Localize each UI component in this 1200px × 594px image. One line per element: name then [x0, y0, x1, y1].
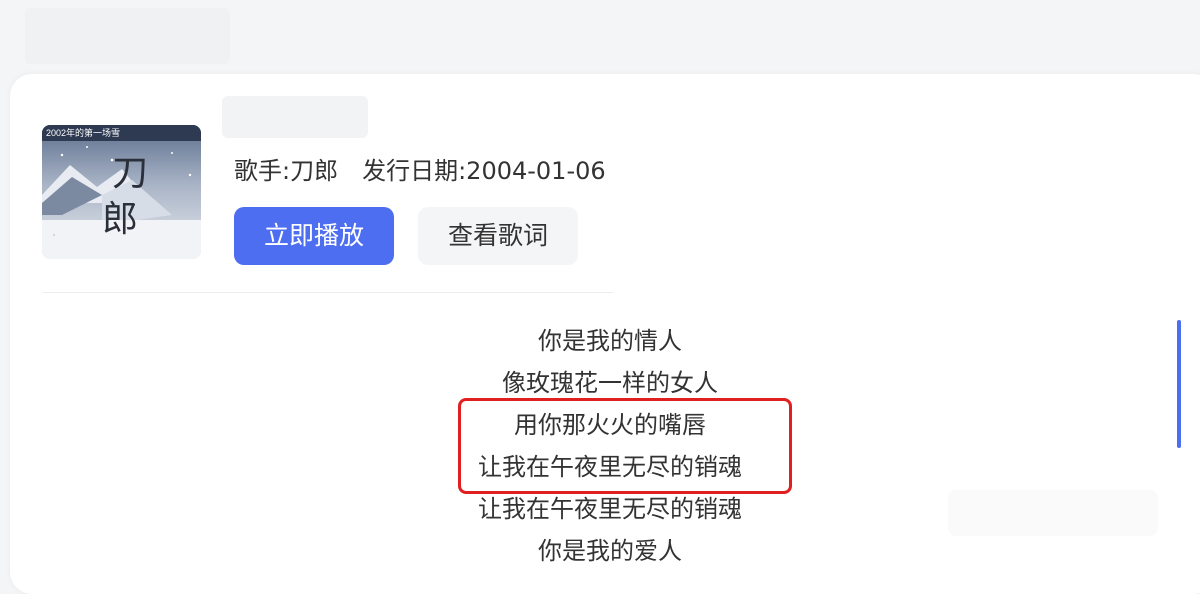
lyrics-scrollbar[interactable]: [1177, 320, 1181, 448]
play-now-button[interactable]: 立即播放: [234, 207, 394, 265]
lyric-line: 你是我的爱人: [538, 537, 682, 565]
cover-banner-text: 2002年的第一场雪: [46, 127, 120, 138]
blurred-song-title: [222, 96, 368, 138]
song-meta: 歌手:刀郎 发行日期:2004-01-06: [234, 153, 606, 189]
lyric-line: 让我在午夜里无尽的销魂: [478, 495, 742, 523]
blurred-watermark-region: [948, 490, 1158, 536]
cover-title-char-1: 刀: [112, 153, 148, 194]
album-cover[interactable]: 2002年的第一场雪 刀 郎: [42, 125, 201, 259]
singer-label: 歌手:刀郎: [234, 157, 339, 185]
divider: [42, 292, 613, 293]
cover-title-char-2: 郎: [102, 199, 138, 240]
highlight-annotation-box: [458, 398, 792, 494]
blurred-header-region: [25, 8, 230, 64]
release-date-label: 发行日期:2004-01-06: [362, 157, 606, 185]
view-lyrics-button[interactable]: 查看歌词: [418, 207, 578, 265]
lyric-line: 你是我的情人: [538, 327, 682, 355]
